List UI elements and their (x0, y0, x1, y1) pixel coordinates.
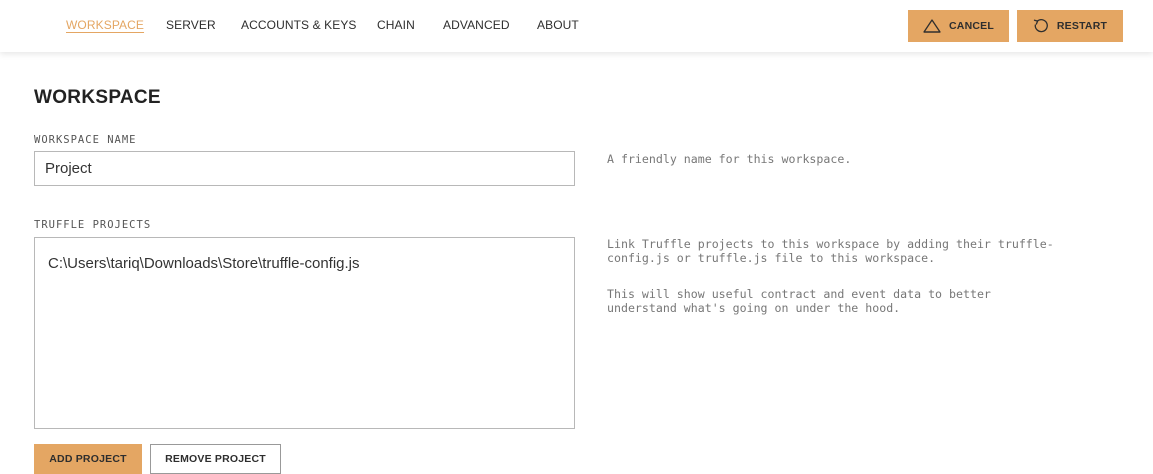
tab-about[interactable]: ABOUT (537, 18, 579, 32)
cancel-button[interactable]: CANCEL (908, 10, 1009, 42)
workspace-name-input[interactable] (34, 151, 575, 186)
truffle-projects-label: TRUFFLE PROJECTS (34, 219, 152, 231)
tab-accounts-keys[interactable]: ACCOUNTS & KEYS (241, 18, 357, 32)
restart-button[interactable]: RESTART (1017, 10, 1123, 42)
workspace-name-help: A friendly name for this workspace. (607, 152, 852, 166)
truffle-projects-list[interactable]: C:\Users\tariq\Downloads\Store\truffle-c… (34, 237, 575, 429)
page-title: WORKSPACE (34, 87, 161, 108)
truffle-projects-help-detail: This will show useful contract and event… (607, 287, 991, 315)
cancel-button-label: CANCEL (949, 20, 994, 32)
workspace-name-label: WORKSPACE NAME (34, 134, 137, 146)
tab-advanced[interactable]: ADVANCED (443, 18, 510, 32)
warning-triangle-icon (923, 19, 941, 33)
tab-server[interactable]: SERVER (166, 18, 216, 32)
remove-project-button[interactable]: REMOVE PROJECT (150, 444, 281, 474)
restart-icon (1033, 18, 1048, 33)
tab-workspace[interactable]: WORKSPACE (66, 18, 144, 32)
settings-top-bar: WORKSPACE SERVER ACCOUNTS & KEYS CHAIN A… (0, 0, 1153, 52)
list-item[interactable]: C:\Users\tariq\Downloads\Store\truffle-c… (48, 255, 360, 272)
add-project-button[interactable]: ADD PROJECT (34, 444, 142, 474)
restart-button-label: RESTART (1056, 20, 1108, 32)
truffle-projects-help: Link Truffle projects to this workspace … (607, 237, 1054, 265)
tab-chain[interactable]: CHAIN (377, 18, 415, 32)
